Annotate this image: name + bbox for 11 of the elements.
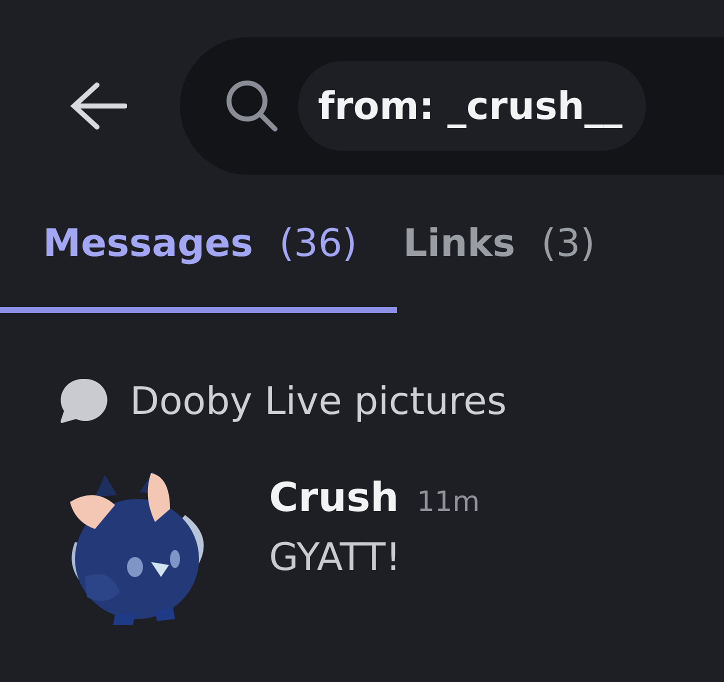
tab[interactable]: Links (3) [397,221,616,313]
tab[interactable]: Messages (36) [0,221,398,313]
thread-icon [58,377,110,425]
search-bar[interactable]: from: _crush__ [180,37,724,175]
channel-name: Dooby Live pictures [130,379,507,423]
search-icon [224,78,280,134]
message-text: GYATT! [269,535,402,579]
author-name: Crush [269,475,399,521]
timestamp: 11m [416,485,480,518]
back-arrow-icon [69,81,127,131]
search-filter-chip[interactable]: from: _crush__ [298,61,646,151]
